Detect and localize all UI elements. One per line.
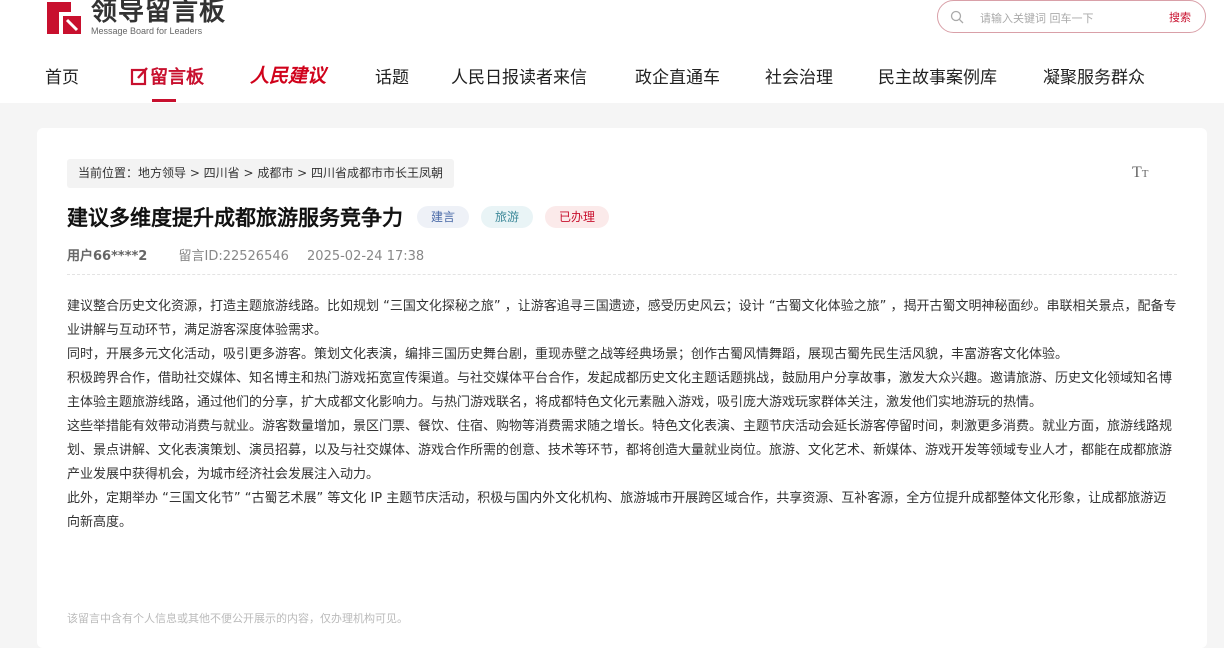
title-row: 建议多维度提升成都旅游服务竞争力 建言 旅游 已办理 <box>67 202 610 232</box>
message-id: 留言ID:22526546 <box>178 249 289 264</box>
body-paragraph: 同时，开展多元文化活动，吸引更多游客。策划文化表演，编排三国历史舞台剧，重现赤壁… <box>67 347 1069 362</box>
tag-suggestion[interactable]: 建言 <box>417 206 470 228</box>
body-paragraph: 积极跨界合作，借助社交媒体、知名博主和热门游戏拓宽宣传渠道。与社交媒体平台合作，… <box>67 371 1173 410</box>
nav-service-group[interactable]: 凝聚服务群众 <box>1043 63 1145 88</box>
breadcrumb[interactable]: 当前位置：地方领导 > 四川省 > 成都市 > 四川省成都市市长王凤朝 <box>67 159 455 188</box>
logo-subtitle: Message Board for Leaders <box>91 26 203 36</box>
nav-topics[interactable]: 话题 <box>375 63 409 88</box>
nav-board-label: 留言板 <box>150 67 204 88</box>
message-body: 建议整合历史文化资源，打造主题旅游线路。比如规划 “三国文化探秘之旅” ，让游客… <box>67 295 1179 535</box>
author-name: 用户66****2 <box>67 249 148 264</box>
nav-gov-direct[interactable]: 政企直通车 <box>635 63 720 88</box>
search-icon[interactable] <box>950 10 964 24</box>
main-nav: 首页 留言板 人民建议 话题 人民日报读者来信 政企直通车 社会治理 民主故事案… <box>0 61 1224 102</box>
site-header: 领导留言板 Message Board for Leaders 搜索 首页 留言… <box>0 0 1224 103</box>
divider <box>67 274 1177 275</box>
body-paragraph: 建议整合历史文化资源，打造主题旅游线路。比如规划 “三国文化探秘之旅” ，让游客… <box>67 299 1177 338</box>
nav-social-gov[interactable]: 社会治理 <box>765 63 833 88</box>
logo-title: 领导留言板 <box>91 0 227 27</box>
site-logo[interactable]: 领导留言板 Message Board for Leaders <box>45 0 226 40</box>
privacy-notice: 该留言中含有个人信息或其他不便公开展示的内容，仅办理机构可见。 <box>67 612 408 625</box>
message-meta: 用户66****2 留言ID:22526546 2025-02-24 17:38 <box>67 245 424 264</box>
search-input[interactable] <box>978 7 1152 29</box>
search-box: 搜索 <box>937 0 1206 33</box>
logo-mark-icon <box>45 0 83 36</box>
nav-home[interactable]: 首页 <box>45 63 79 88</box>
nav-board[interactable]: 留言板 <box>130 63 204 102</box>
nav-people-suggest[interactable]: 人民建议 <box>250 61 326 88</box>
font-size-big: T <box>1132 164 1142 181</box>
body-paragraph: 这些举措能有效带动消费与就业。游客数量增加，景区门票、餐饮、住宿、购物等消费需求… <box>67 419 1173 482</box>
message-card: 当前位置：地方领导 > 四川省 > 成都市 > 四川省成都市市长王凤朝 TT 建… <box>37 128 1207 648</box>
font-size-icon[interactable]: TT <box>1132 164 1149 182</box>
font-size-small: T <box>1141 168 1149 180</box>
nav-readers-letters[interactable]: 人民日报读者来信 <box>451 63 587 88</box>
body-paragraph: 此外，定期举办 “三国文化节” “古蜀艺术展” 等文化 IP 主题节庆活动，积极… <box>67 491 1167 530</box>
search-button[interactable]: 搜索 <box>1169 9 1191 25</box>
status-badge: 已办理 <box>545 206 610 228</box>
edit-icon <box>130 67 148 86</box>
message-date: 2025-02-24 17:38 <box>307 249 425 264</box>
tag-tourism[interactable]: 旅游 <box>481 206 534 228</box>
nav-democracy-cases[interactable]: 民主故事案例库 <box>878 63 997 88</box>
page-title: 建议多维度提升成都旅游服务竞争力 <box>67 206 403 230</box>
